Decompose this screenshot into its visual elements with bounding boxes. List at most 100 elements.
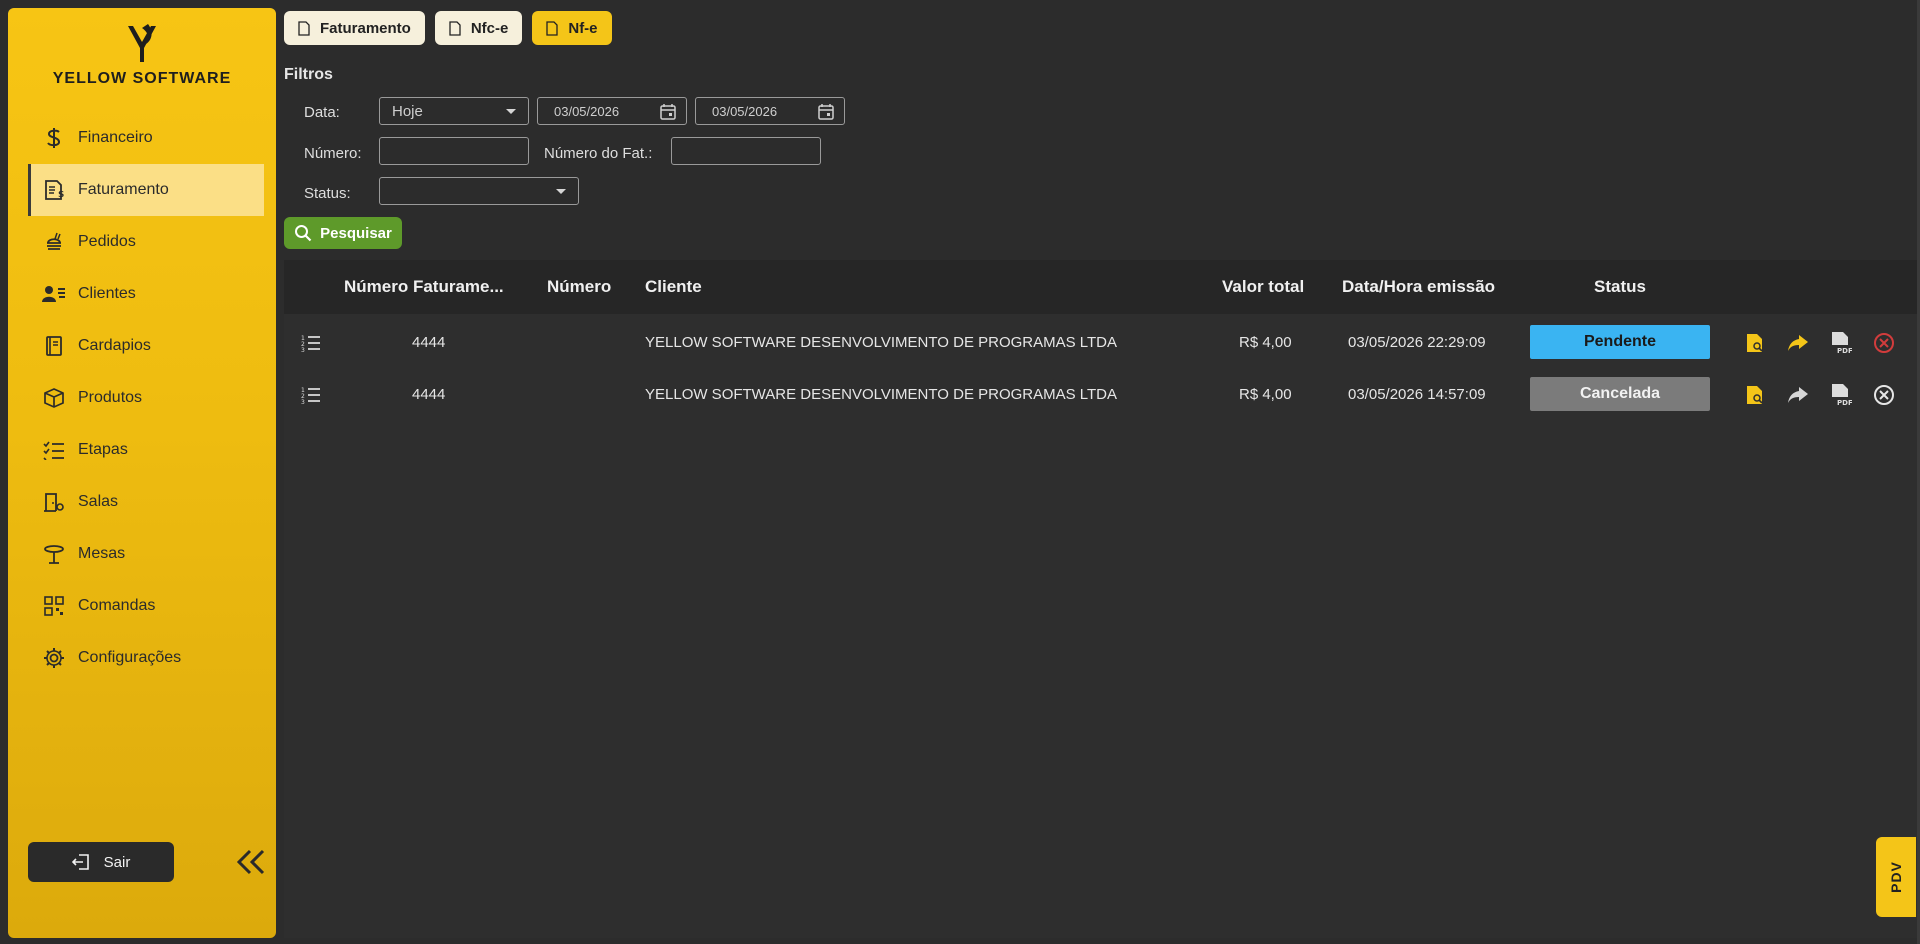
sidebar-item-label: Salas: [78, 493, 119, 510]
sidebar-item-label: Financeiro: [78, 129, 153, 146]
data-period-select[interactable]: Hoje: [379, 97, 529, 125]
cancel-icon[interactable]: [1871, 330, 1897, 356]
view-document-icon[interactable]: [1742, 330, 1768, 356]
pdv-label: PDV: [1887, 861, 1904, 893]
col-numero[interactable]: Número: [547, 260, 611, 314]
sidebar-item-label: Faturamento: [78, 181, 169, 198]
share-icon[interactable]: [1785, 330, 1811, 356]
cell-data-hora: 03/05/2026 22:29:09: [1348, 333, 1486, 351]
sidebar-item-label: Comandas: [78, 597, 156, 614]
numero-input[interactable]: [379, 137, 529, 165]
sidebar-item-label: Pedidos: [78, 233, 136, 250]
sidebar-item-label: Clientes: [78, 285, 136, 302]
invoice-icon: $: [42, 178, 66, 202]
date-from-value: 03/05/2026: [554, 103, 620, 119]
tab-label: Nfc-e: [470, 19, 509, 37]
tab-nfe[interactable]: Nf-e: [532, 11, 612, 45]
col-numero-faturamento[interactable]: Número Faturame...: [344, 260, 504, 314]
chevron-down-icon: [556, 188, 566, 194]
col-status[interactable]: Status: [1594, 260, 1646, 314]
search-label: Pesquisar: [320, 224, 392, 242]
table-icon: [42, 542, 66, 566]
logout-button[interactable]: Sair: [28, 842, 174, 882]
menu-book-icon: [42, 334, 66, 358]
list-details-icon[interactable]: 123: [298, 330, 324, 356]
tab-label: Nf-e: [568, 19, 598, 37]
tab-label: Faturamento: [320, 19, 411, 37]
food-icon: [42, 230, 66, 254]
sidebar-item-etapas[interactable]: Etapas: [28, 424, 264, 476]
date-from-input[interactable]: 03/05/2026: [537, 97, 687, 125]
sidebar-item-produtos[interactable]: Produtos: [28, 372, 264, 424]
calendar-icon[interactable]: [660, 103, 676, 120]
col-data-hora[interactable]: Data/Hora emissão: [1342, 260, 1495, 314]
list-details-icon[interactable]: 123: [298, 382, 324, 408]
sidebar-nav: Financeiro $ Faturamento Pedidos Cliente…: [28, 112, 264, 684]
pdf-icon[interactable]: PDF: [1828, 382, 1854, 408]
search-icon: [294, 224, 312, 242]
calendar-icon[interactable]: [818, 103, 834, 120]
room-icon: [42, 490, 66, 514]
sidebar-item-label: Configurações: [78, 649, 182, 666]
collapse-sidebar-button[interactable]: [234, 842, 268, 882]
invoices-table: Número Faturame... Número Cliente Valor …: [284, 260, 1920, 938]
sidebar-item-label: Etapas: [78, 441, 128, 458]
status-badge: Cancelada: [1530, 377, 1710, 411]
status-label: Status:: [304, 185, 351, 202]
dollar-icon: [42, 126, 66, 150]
date-to-value: 03/05/2026: [712, 103, 778, 119]
file-icon: [449, 20, 461, 36]
sidebar-item-faturamento[interactable]: $ Faturamento: [28, 164, 264, 216]
svg-text:3: 3: [301, 399, 305, 404]
sidebar-item-pedidos[interactable]: Pedidos: [28, 216, 264, 268]
cancel-icon[interactable]: [1871, 382, 1897, 408]
col-cliente[interactable]: Cliente: [645, 260, 702, 314]
share-icon[interactable]: [1785, 382, 1811, 408]
numero-label: Número:: [304, 145, 362, 162]
cell-numero-faturamento: 4444: [412, 385, 446, 403]
date-to-input[interactable]: 03/05/2026: [695, 97, 845, 125]
status-badge: Pendente: [1530, 325, 1710, 359]
cell-cliente: YELLOW SOFTWARE DESENVOLVIMENTO DE PROGR…: [645, 385, 1118, 403]
sidebar-item-mesas[interactable]: Mesas: [28, 528, 264, 580]
data-period-value: Hoje: [392, 102, 423, 120]
brand-logo: YELLOW SOFTWARE: [8, 22, 276, 88]
table-row[interactable]: 123 4444 YELLOW SOFTWARE DESENVOLVIMENTO…: [284, 316, 1920, 368]
pdf-icon[interactable]: PDF: [1828, 330, 1854, 356]
cell-cliente: YELLOW SOFTWARE DESENVOLVIMENTO DE PROGR…: [645, 333, 1118, 351]
file-icon: [546, 20, 559, 36]
numero-fat-input[interactable]: [671, 137, 821, 165]
brand-name: YELLOW SOFTWARE: [52, 70, 232, 87]
svg-text:$: $: [58, 190, 64, 200]
search-button[interactable]: Pesquisar: [284, 217, 402, 249]
sidebar-item-cardapios[interactable]: Cardapios: [28, 320, 264, 372]
table-row[interactable]: 123 4444 YELLOW SOFTWARE DESENVOLVIMENTO…: [284, 368, 1920, 420]
status-select[interactable]: [379, 177, 579, 205]
view-document-icon[interactable]: [1742, 382, 1768, 408]
gear-icon: [42, 646, 66, 670]
data-label: Data:: [304, 104, 340, 121]
tab-nfce[interactable]: Nfc-e: [434, 11, 523, 45]
cell-valor-total: R$ 4,00: [1239, 385, 1292, 403]
sidebar-item-comandas[interactable]: Comandas: [28, 580, 264, 632]
logout-label: Sair: [103, 853, 131, 871]
cell-data-hora: 03/05/2026 14:57:09: [1348, 385, 1486, 403]
cell-valor-total: R$ 4,00: [1239, 333, 1292, 351]
box-icon: [42, 386, 66, 410]
col-valor-total[interactable]: Valor total: [1222, 260, 1304, 314]
sidebar-item-label: Produtos: [78, 389, 143, 406]
sidebar-item-financeiro[interactable]: Financeiro: [28, 112, 264, 164]
sidebar-item-salas[interactable]: Salas: [28, 476, 264, 528]
sidebar-item-configuracoes[interactable]: Configurações: [28, 632, 264, 684]
cell-numero-faturamento: 4444: [412, 333, 446, 351]
checklist-icon: [42, 438, 66, 462]
sidebar-item-label: Cardapios: [78, 337, 151, 354]
brand-emblem-icon: [128, 24, 156, 62]
tab-faturamento[interactable]: Faturamento: [284, 11, 425, 45]
logout-icon: [71, 853, 90, 871]
double-chevron-left-icon: [236, 849, 265, 875]
filters-title: Filtros: [284, 66, 333, 83]
pdv-button[interactable]: PDV: [1876, 837, 1916, 917]
sidebar-item-label: Mesas: [78, 545, 126, 562]
sidebar-item-clientes[interactable]: Clientes: [28, 268, 264, 320]
